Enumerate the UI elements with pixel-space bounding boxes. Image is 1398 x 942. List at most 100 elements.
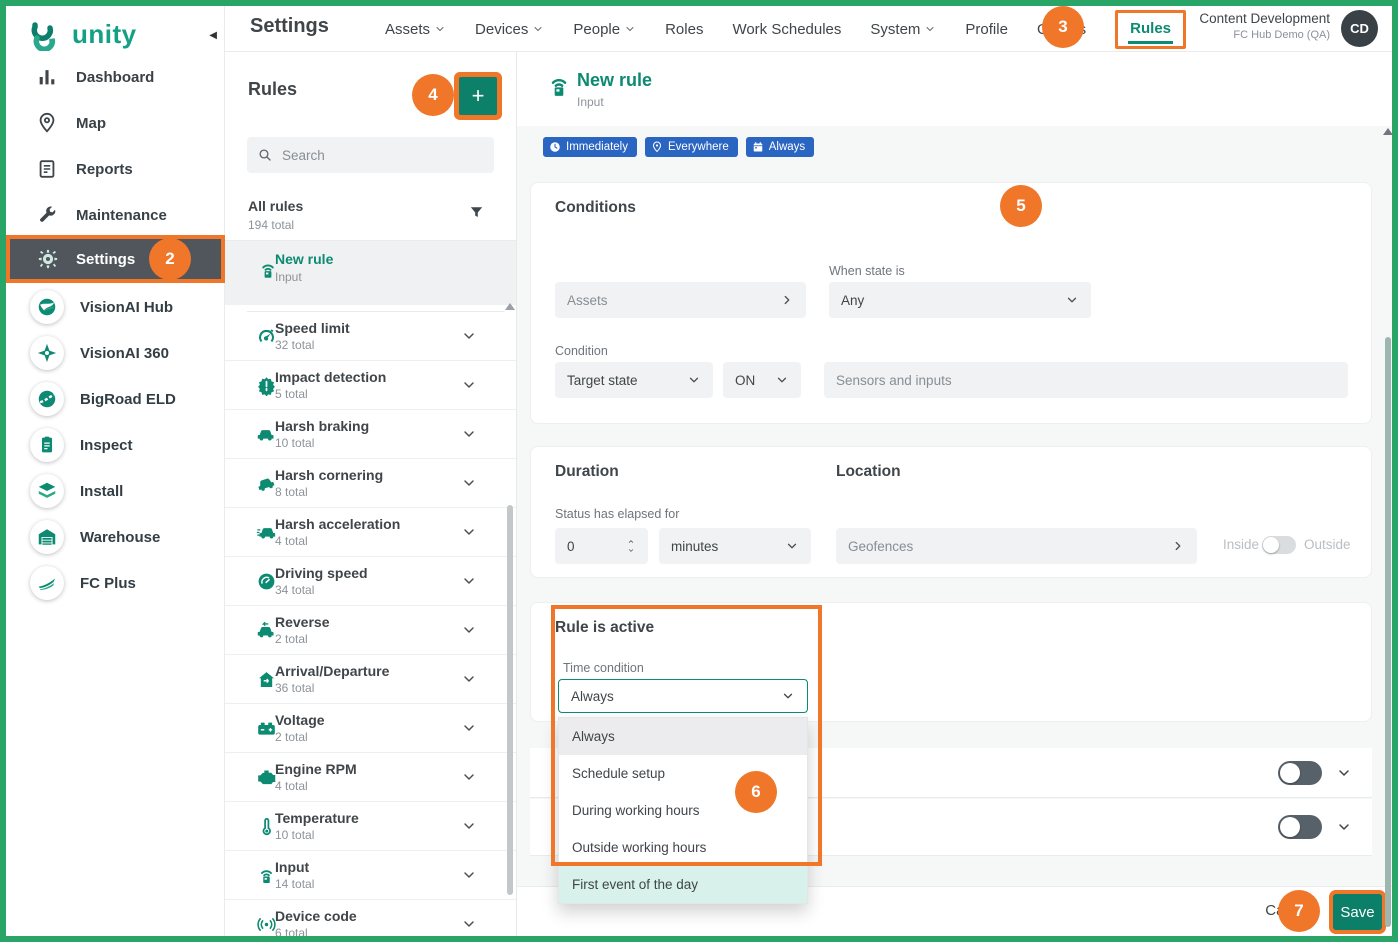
chevron-down-icon bbox=[461, 475, 477, 491]
clipboard-icon bbox=[36, 434, 58, 456]
geofences-field[interactable]: Geofences bbox=[836, 528, 1197, 564]
rule-header: New rule Input bbox=[517, 52, 1392, 126]
time-condition-select[interactable]: Always bbox=[558, 679, 808, 713]
brand-logo[interactable]: unity ◀ bbox=[6, 12, 225, 56]
notification-toggle-2[interactable] bbox=[1278, 815, 1322, 839]
house-arrow-icon bbox=[256, 669, 277, 690]
sidebar-item-maintenance[interactable]: Maintenance bbox=[6, 192, 225, 238]
main-scrollbar[interactable] bbox=[1385, 337, 1391, 927]
rule-category-driving-speed[interactable]: Driving speed 34 total bbox=[225, 557, 517, 606]
all-rules-label: All rules bbox=[248, 198, 303, 214]
tab-work-schedules[interactable]: Work Schedules bbox=[732, 21, 841, 38]
avatar[interactable]: CD bbox=[1341, 10, 1378, 47]
unity-logo-icon bbox=[26, 17, 60, 51]
rule-category-reverse[interactable]: Reverse 2 total bbox=[225, 606, 517, 655]
annotation-step-6: 6 bbox=[735, 771, 777, 813]
tab-profile[interactable]: Profile bbox=[965, 21, 1008, 38]
conditions-heading: Conditions bbox=[555, 199, 636, 217]
notification-toggle-1[interactable] bbox=[1278, 761, 1322, 785]
sidebar-app-install[interactable]: Install bbox=[6, 468, 225, 514]
rule-subtitle: Input bbox=[577, 95, 604, 109]
chevron-down-icon bbox=[775, 373, 789, 387]
annotation-step-4: 4 bbox=[412, 74, 454, 116]
sidebar-app-visionai-hub[interactable]: VisionAI Hub bbox=[6, 284, 225, 330]
chevron-down-icon bbox=[461, 328, 477, 344]
chevron-down-icon bbox=[461, 769, 477, 785]
search-input[interactable]: Search bbox=[247, 137, 494, 173]
sidebar-collapse-icon[interactable]: ◀ bbox=[209, 30, 217, 41]
inside-outside-toggle[interactable] bbox=[1262, 536, 1296, 554]
rule-category-harsh-braking[interactable]: Harsh braking 10 total bbox=[225, 410, 517, 459]
save-button[interactable]: Save bbox=[1333, 894, 1382, 930]
sidebar-item-dashboard[interactable]: Dashboard bbox=[6, 54, 225, 100]
rule-category-speed-limit[interactable]: Speed limit 32 total bbox=[225, 312, 517, 361]
user-menu[interactable]: Content Development FC Hub Demo (QA) bbox=[1199, 11, 1330, 41]
badge-immediately[interactable]: Immediately bbox=[543, 137, 637, 157]
when-state-select[interactable]: Any bbox=[829, 282, 1091, 318]
sidebar-item-reports[interactable]: Reports bbox=[6, 146, 225, 192]
badge-everywhere[interactable]: Everywhere bbox=[645, 137, 738, 157]
rule-item-subtitle: Input bbox=[275, 270, 302, 284]
rule-category-temperature[interactable]: Temperature 10 total bbox=[225, 802, 517, 851]
sidebar-app-bigroad-eld[interactable]: BigRoad ELD bbox=[6, 376, 225, 422]
rule-editor: New rule Input Immediately Everywhere Al… bbox=[517, 52, 1392, 936]
rule-category-device-code[interactable]: Device code 6 total bbox=[225, 900, 517, 936]
tab-people[interactable]: People bbox=[573, 21, 636, 38]
car-back-icon bbox=[256, 620, 277, 641]
battery-icon bbox=[256, 718, 277, 739]
option-always[interactable]: Always bbox=[559, 718, 807, 755]
state-select[interactable]: ON bbox=[723, 362, 801, 398]
duration-unit-select[interactable]: minutes bbox=[659, 528, 811, 564]
sidebar-item-settings[interactable]: Settings bbox=[6, 235, 225, 283]
chevron-down-icon[interactable] bbox=[1336, 765, 1352, 781]
badge-always[interactable]: Always bbox=[746, 137, 814, 157]
sidebar-app-warehouse[interactable]: Warehouse bbox=[6, 514, 225, 560]
duration-value-input[interactable]: 0 bbox=[555, 528, 648, 564]
sidebar-app-inspect[interactable]: Inspect bbox=[6, 422, 225, 468]
rule-category-harsh-acceleration[interactable]: Harsh acceleration 4 total bbox=[225, 508, 517, 557]
duration-heading: Duration bbox=[555, 463, 619, 481]
car-fast-icon bbox=[256, 522, 277, 543]
rule-category-impact-detection[interactable]: Impact detection 5 total bbox=[225, 361, 517, 410]
tab-assets[interactable]: Assets bbox=[385, 21, 446, 38]
chevron-down-icon bbox=[785, 539, 799, 553]
stepper-icons[interactable] bbox=[626, 538, 636, 554]
sidebar-app-visionai-360[interactable]: VisionAI 360 bbox=[6, 330, 225, 376]
rule-category-engine-rpm[interactable]: Engine RPM 4 total bbox=[225, 753, 517, 802]
sensors-field[interactable]: Sensors and inputs bbox=[824, 362, 1348, 398]
rule-item-new-rule[interactable]: New rule Input … bbox=[225, 241, 517, 305]
tab-rules[interactable]: Rules bbox=[1115, 10, 1186, 49]
map-pin-icon bbox=[36, 112, 58, 134]
list-scrollbar[interactable] bbox=[507, 505, 513, 895]
add-rule-button[interactable]: + bbox=[459, 77, 497, 115]
rule-category-input[interactable]: Input 14 total bbox=[225, 851, 517, 900]
chevron-down-icon bbox=[461, 622, 477, 638]
input-sensor-icon bbox=[256, 865, 277, 886]
rule-category-arrival-departure[interactable]: Arrival/Departure 36 total bbox=[225, 655, 517, 704]
calendar-icon bbox=[752, 141, 764, 153]
chevron-down-icon[interactable] bbox=[1336, 819, 1352, 835]
tab-devices[interactable]: Devices bbox=[475, 21, 544, 38]
rule-category-voltage[interactable]: Voltage 2 total bbox=[225, 704, 517, 753]
tab-roles[interactable]: Roles bbox=[665, 21, 703, 38]
thermometer-icon bbox=[256, 816, 277, 837]
condition-select[interactable]: Target state bbox=[555, 362, 713, 398]
rule-summary-badges: Immediately Everywhere Always bbox=[543, 137, 814, 157]
option-first-event-of-the-day[interactable]: First event of the day bbox=[559, 866, 807, 903]
option-outside-working-hours[interactable]: Outside working hours bbox=[559, 829, 807, 866]
time-condition-label: Time condition bbox=[560, 661, 647, 675]
main-scroll-up-arrow[interactable] bbox=[1383, 128, 1393, 135]
tab-system[interactable]: System bbox=[870, 21, 936, 38]
sidebar-app-fc-plus[interactable]: FC Plus bbox=[6, 560, 225, 606]
sidebar-item-map[interactable]: Map bbox=[6, 100, 225, 146]
list-scroll-up-arrow[interactable] bbox=[505, 303, 515, 310]
compass-icon bbox=[36, 342, 58, 364]
rule-category-harsh-cornering[interactable]: Harsh cornering 8 total bbox=[225, 459, 517, 508]
gauge-icon bbox=[256, 326, 277, 347]
chevron-down-icon bbox=[461, 671, 477, 687]
road-icon bbox=[36, 388, 58, 410]
filter-icon[interactable] bbox=[468, 204, 485, 221]
location-heading: Location bbox=[836, 463, 901, 481]
assets-field[interactable]: Assets bbox=[555, 282, 806, 318]
annotation-step-7: 7 bbox=[1278, 890, 1320, 932]
